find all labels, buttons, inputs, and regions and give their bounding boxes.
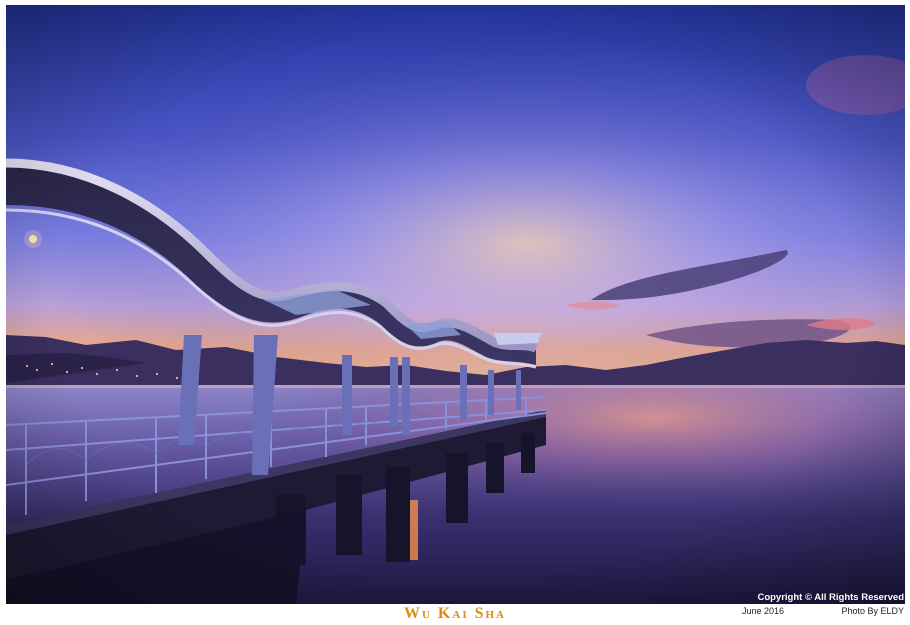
pier-sunset-scene <box>6 5 905 604</box>
location-caption: Wu Kai Sha <box>403 605 506 622</box>
copyright-notice: Copyright © All Rights Reserved <box>757 592 904 603</box>
photograph <box>6 5 905 604</box>
vignette <box>6 5 905 604</box>
